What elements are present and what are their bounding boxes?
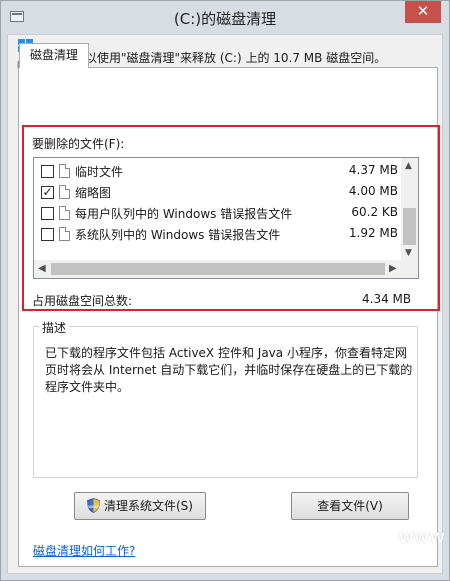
summary-text: 可以使用"磁盘清理"来释放 (C:) 上的 10.7 MB 磁盘空间。	[73, 51, 387, 65]
scroll-right-arrow-icon[interactable]: ▶	[389, 263, 397, 274]
item-size: 1.92 MB	[348, 226, 398, 240]
help-link[interactable]: 磁盘清理如何工作?	[33, 542, 135, 559]
item-size: 4.00 MB	[348, 184, 398, 198]
document-icon	[59, 206, 70, 220]
scroll-up-arrow-icon[interactable]: ▲	[405, 161, 412, 171]
list-item[interactable]: 每用户队列中的 Windows 错误报告文件 60.2 KB	[34, 202, 402, 223]
files-list[interactable]: 临时文件 4.37 MB ✓ 缩略图 4.00 MB 每用户队列中的 Windo…	[33, 157, 419, 279]
files-to-delete-label: 要删除的文件(F):	[32, 137, 125, 151]
title-bar[interactable]: (C:)的磁盘清理 ✕	[1, 1, 449, 34]
vertical-scroll-thumb[interactable]	[403, 208, 416, 245]
vertical-scrollbar[interactable]: ▲ ▼	[401, 158, 418, 261]
item-name: 系统队列中的 Windows 错误报告文件	[75, 228, 281, 242]
item-size: 4.37 MB	[348, 163, 398, 177]
total-space-label: 占用磁盘空间总数:	[32, 294, 133, 308]
document-icon	[59, 227, 70, 241]
list-item[interactable]: 系统队列中的 Windows 错误报告文件 1.92 MB	[34, 223, 402, 244]
list-item[interactable]: ✓ 缩略图 4.00 MB	[34, 181, 402, 202]
clean-system-files-button[interactable]: 清理系统文件(S)	[74, 492, 206, 520]
total-space-value: 4.34 MB	[362, 292, 412, 306]
checkbox[interactable]	[41, 165, 54, 178]
horizontal-scrollbar[interactable]: ◀ ▶	[34, 260, 418, 278]
close-button[interactable]: ✕	[405, 1, 441, 23]
item-size: 60.2 KB	[351, 205, 398, 219]
item-name: 临时文件	[75, 165, 124, 179]
checkbox[interactable]	[41, 228, 54, 241]
list-item[interactable]: 临时文件 4.37 MB	[34, 160, 402, 181]
item-name: 每用户队列中的 Windows 错误报告文件	[75, 207, 293, 221]
document-icon	[59, 185, 70, 199]
description-title: 描述	[39, 319, 70, 336]
document-icon	[59, 164, 70, 178]
checkbox[interactable]	[41, 207, 54, 220]
horizontal-scroll-thumb[interactable]	[51, 263, 385, 275]
tab-disk-cleanup[interactable]: 磁盘清理	[19, 43, 89, 68]
item-name: 缩略图	[75, 186, 112, 200]
view-files-button[interactable]: 查看文件(V)	[291, 492, 409, 520]
window-title: (C:)的磁盘清理	[173, 10, 277, 28]
disk-cleanup-window: (C:)的磁盘清理 ✕ 磁盘清理 可以使用"磁盘清理"来释放 (C:) 上的 1…	[0, 0, 450, 581]
watermark: www	[398, 526, 445, 548]
uac-shield-icon	[87, 498, 100, 513]
scroll-left-arrow-icon[interactable]: ◀	[38, 263, 46, 274]
checkbox[interactable]: ✓	[41, 186, 54, 199]
scroll-down-arrow-icon[interactable]: ▼	[405, 248, 412, 258]
clean-system-files-label: 清理系统文件(S)	[104, 499, 193, 513]
description-text: 已下载的程序文件包括 ActiveX 控件和 Java 小程序，你查看特定网页时…	[45, 346, 413, 394]
